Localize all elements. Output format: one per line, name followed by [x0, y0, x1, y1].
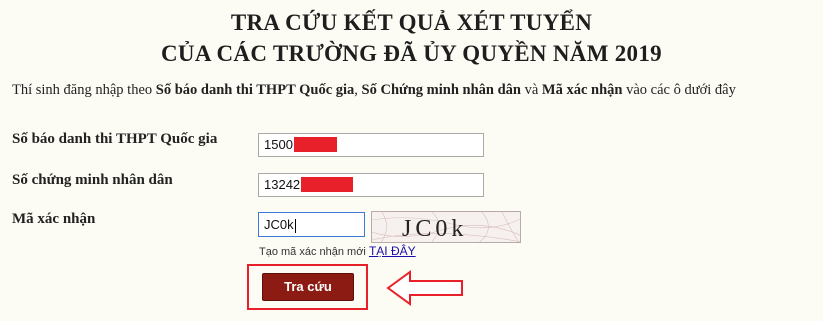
instruction-sep2: và	[520, 82, 542, 98]
instruction-sep1: ,	[354, 82, 362, 98]
sbd-redaction	[294, 137, 337, 152]
page-title-line1: TRA CỨU KẾT QUẢ XÉT TUYỂN	[230, 10, 593, 35]
sbd-value: 1500	[264, 137, 293, 152]
arrow-left-icon	[386, 270, 463, 306]
captcha-image-text: JC0k	[402, 216, 467, 242]
captcha-noise: JC0k	[372, 212, 520, 242]
search-button[interactable]: Tra cứu	[262, 273, 354, 301]
cmnd-redaction	[301, 177, 353, 192]
cmnd-input[interactable]: 13242	[258, 173, 484, 197]
page-title-line2: CỦA CÁC TRƯỜNG ĐÃ ỦY QUYỀN NĂM 2019	[161, 41, 662, 66]
sbd-input[interactable]: 1500	[258, 133, 484, 157]
captcha-image: JC0k	[371, 211, 521, 243]
captcha-hint-text: Tạo mã xác nhận mới	[259, 246, 369, 258]
instruction-suffix: vào các ô dưới đây	[622, 82, 736, 98]
instruction-text: Thí sinh đăng nhập theo Số báo danh thi …	[12, 82, 736, 99]
instruction-captcha: Mã xác nhận	[541, 82, 623, 98]
instruction-cmnd: Số Chứng minh nhân dân	[361, 82, 521, 98]
cmnd-value: 13242	[264, 177, 301, 192]
captcha-label: Mã xác nhận	[12, 211, 96, 227]
refresh-captcha-link[interactable]: TẠI ĐÂY	[369, 244, 416, 258]
captcha-hint: Tạo mã xác nhận mới TẠI ĐÂY	[259, 244, 416, 258]
cmnd-label: Số chứng minh nhân dân	[12, 172, 173, 188]
sbd-label: Số báo danh thi THPT Quốc gia	[12, 131, 218, 147]
captcha-input-value: JC0k	[264, 217, 294, 232]
captcha-input[interactable]: JC0k	[258, 212, 365, 237]
instruction-prefix: Thí sinh đăng nhập theo	[12, 82, 156, 98]
instruction-sbd: Số báo danh thi THPT Quốc gia	[155, 82, 355, 98]
